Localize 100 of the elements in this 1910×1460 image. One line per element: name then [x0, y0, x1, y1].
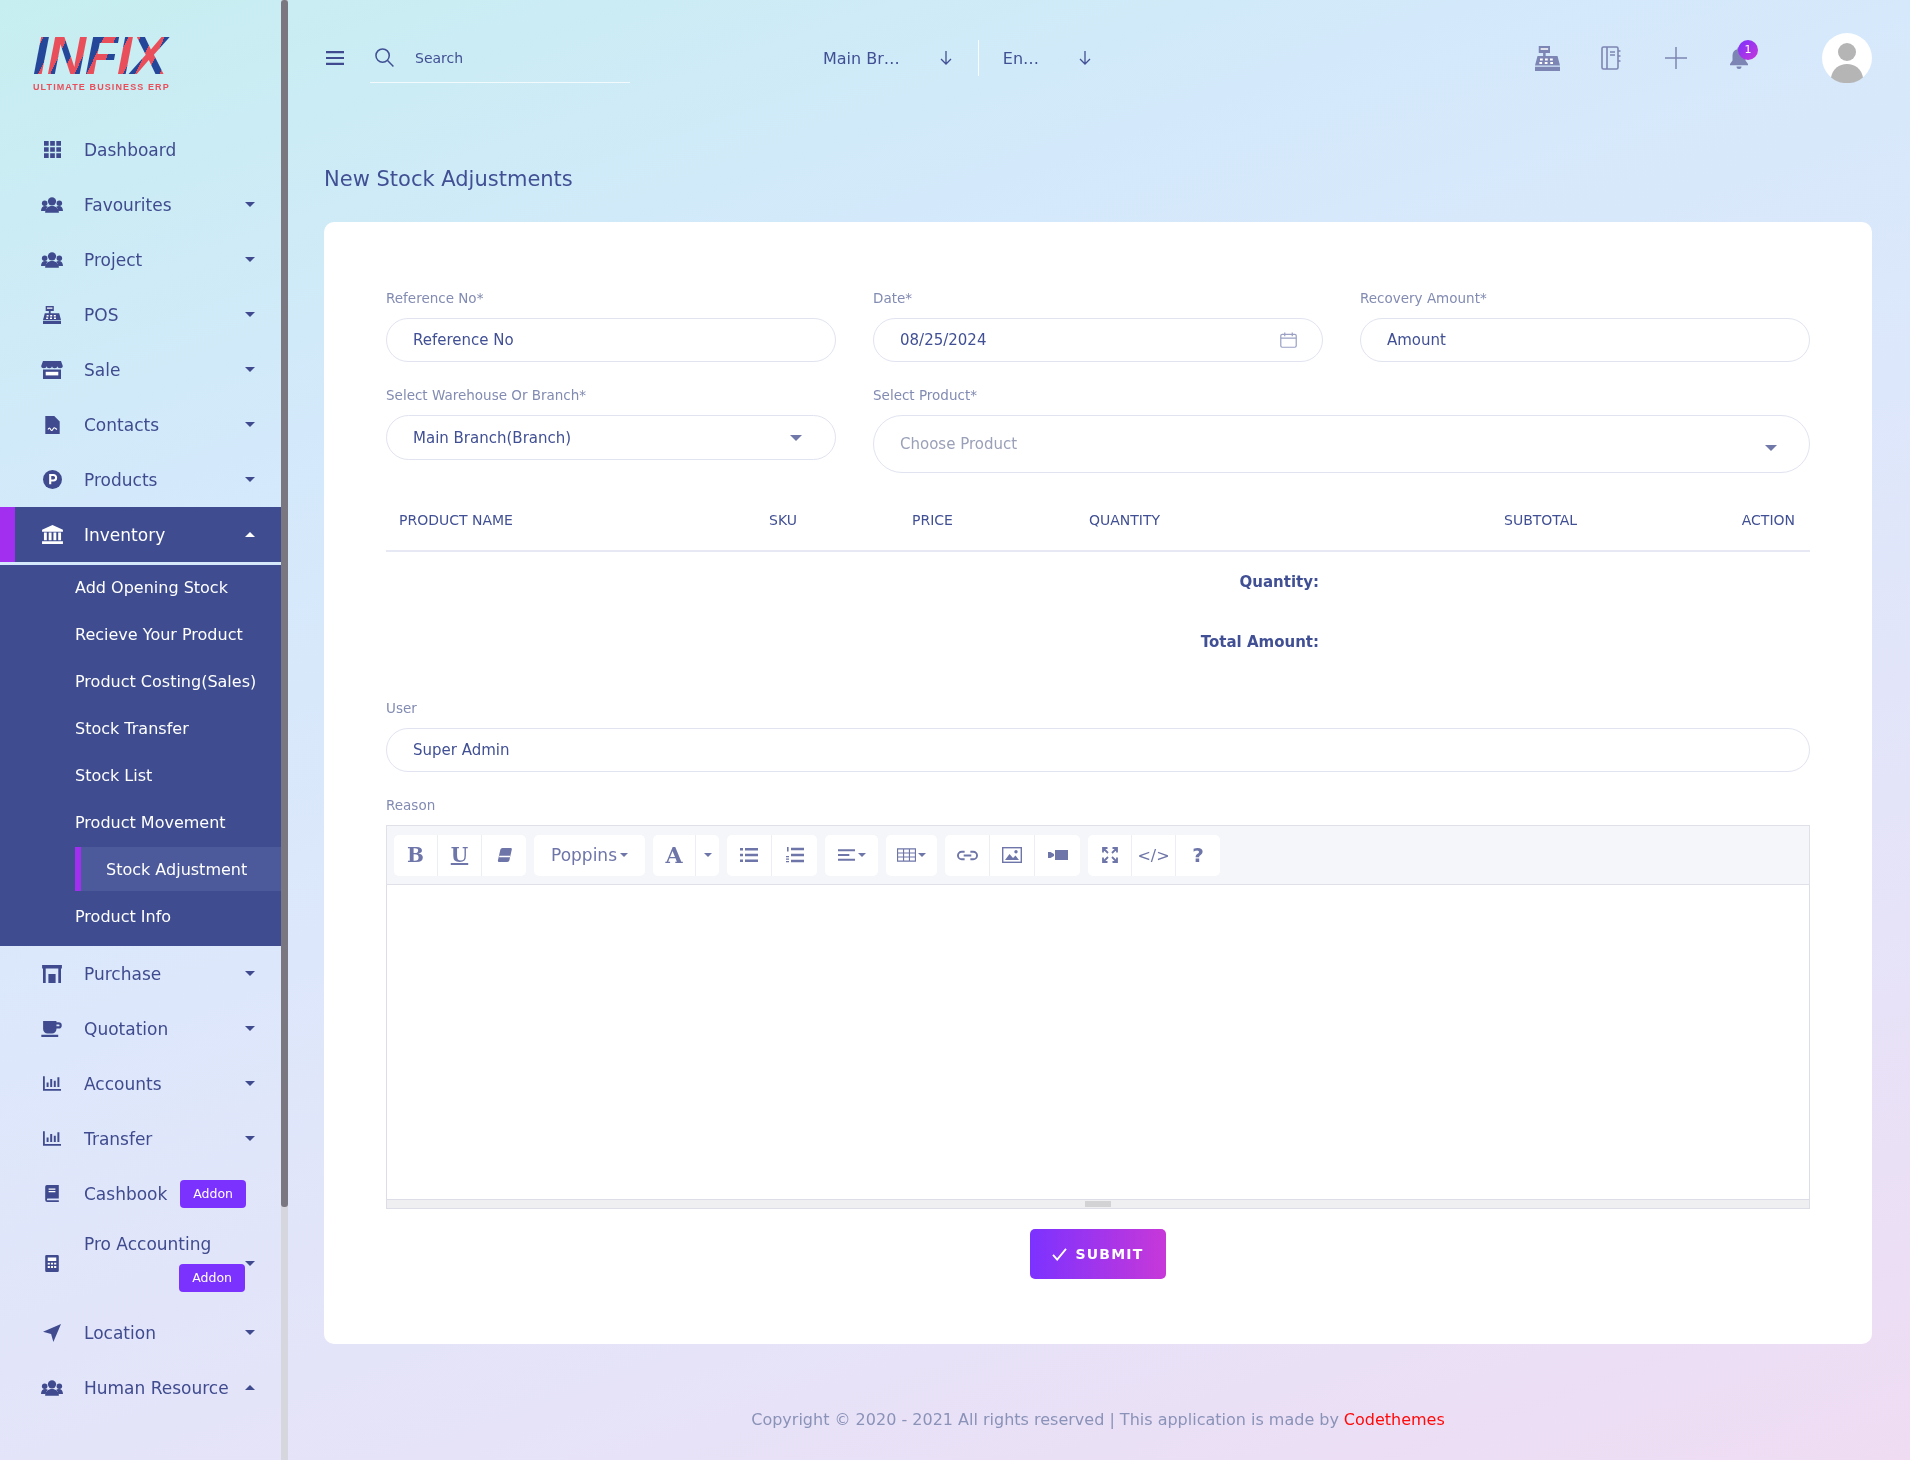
- text-input[interactable]: Reference No: [386, 318, 836, 362]
- video-icon: [1047, 849, 1068, 861]
- sidebar-item[interactable]: Sale: [0, 342, 281, 397]
- font-family-dropdown[interactable]: Poppins: [534, 834, 645, 876]
- sidebar-item[interactable]: Accounts: [0, 1056, 281, 1111]
- sidebar-item[interactable]: Quotation: [0, 1001, 281, 1056]
- total-label: Total Amount:: [1200, 633, 1319, 651]
- copyright-text: Copyright © 2020 - 2021 All rights reserved | This application is made by Codethemes: [750, 1409, 1446, 1431]
- submenu-item[interactable]: Product Info: [75, 894, 281, 938]
- resize-handle[interactable]: [386, 1199, 1810, 1209]
- search-icon: [375, 48, 394, 67]
- submenu-item[interactable]: Stock List: [75, 753, 281, 797]
- location-arrow-icon: [43, 1323, 61, 1342]
- sidebar-item[interactable]: Location: [0, 1305, 281, 1360]
- column-header: SUBTOTAL: [1504, 512, 1579, 528]
- text-color-button[interactable]: A: [653, 834, 696, 876]
- bold-button[interactable]: B: [394, 834, 438, 876]
- arrow-down-icon: [939, 51, 952, 65]
- field-label: Select Warehouse Or Branch*: [386, 386, 588, 404]
- submenu-item[interactable]: Recieve Your Product: [75, 612, 281, 656]
- column-header: PRODUCT NAME: [399, 512, 514, 528]
- sidebar-item[interactable]: Transfer: [0, 1111, 281, 1166]
- link-icon: [956, 849, 978, 861]
- sidebar-item[interactable]: Contacts: [0, 397, 281, 452]
- field-label: Reason: [386, 796, 437, 814]
- submenu-item[interactable]: Product Costing(Sales): [75, 659, 281, 703]
- sidebar-item[interactable]: Products: [0, 452, 281, 507]
- field-label: Select Product*: [873, 386, 978, 404]
- total-label: Quantity:: [1239, 573, 1319, 591]
- sidebar-item[interactable]: Cashbook Addon: [0, 1166, 281, 1221]
- users-icon: [41, 1379, 63, 1396]
- menu-icon[interactable]: [326, 51, 344, 65]
- sidebar-item[interactable]: Purchase: [0, 946, 281, 1001]
- sidebar-item[interactable]: Favourites: [0, 177, 281, 232]
- align-left-icon: [837, 849, 855, 861]
- sidebar-item[interactable]: Dashboard: [0, 122, 281, 177]
- search-field[interactable]: Search: [415, 42, 630, 73]
- expand-icon: [1101, 847, 1118, 863]
- column-header: QUANTITY: [1089, 512, 1162, 528]
- p-circle-icon: [42, 470, 62, 489]
- calendar-icon[interactable]: [1280, 332, 1297, 348]
- text-input[interactable]: Amount: [1360, 318, 1810, 362]
- column-header: SKU: [769, 512, 798, 528]
- bank-icon: [41, 525, 63, 544]
- notification-badge: 1: [1738, 40, 1758, 60]
- table-dropdown[interactable]: [886, 834, 937, 876]
- submenu-item[interactable]: Stock Transfer: [75, 706, 281, 750]
- cash-register-icon[interactable]: [1535, 45, 1560, 71]
- field-label: Date*: [873, 289, 914, 307]
- arrow-down-icon: [1079, 51, 1092, 65]
- sidebar-item[interactable]: POS: [0, 287, 281, 342]
- underline-button[interactable]: U: [438, 834, 482, 876]
- table-icon: [897, 848, 916, 862]
- field-label: User: [386, 699, 418, 717]
- submenu-item[interactable]: Stock Adjustment: [75, 847, 281, 891]
- sidebar-item[interactable]: Pro Accounting Addon: [0, 1221, 281, 1305]
- image-icon: [1002, 847, 1022, 863]
- sidebar-item[interactable]: Project: [0, 232, 281, 287]
- users-icon: [41, 196, 63, 213]
- sidebar-item[interactable]: Human Resource: [0, 1360, 281, 1415]
- addon-badge: Addon: [180, 1179, 246, 1208]
- align-dropdown[interactable]: [825, 834, 878, 876]
- addon-badge: Addon: [179, 1264, 245, 1292]
- caret-down-icon: [918, 853, 926, 857]
- language-dropdown[interactable]: En…: [1002, 48, 1092, 68]
- branch-dropdown[interactable]: Main Br…: [823, 48, 952, 68]
- bar-chart-icon: [43, 1131, 61, 1146]
- notebook-icon[interactable]: [1601, 46, 1621, 70]
- page-title: New Stock Adjustments: [324, 166, 574, 193]
- eraser-icon: [496, 848, 512, 862]
- sidebar-item[interactable]: Inventory: [0, 507, 281, 562]
- help-button[interactable]: ?: [1176, 834, 1220, 876]
- field-label: Reference No*: [386, 289, 485, 307]
- storefront-icon: [41, 964, 63, 983]
- submenu-item[interactable]: Add Opening Stock: [75, 565, 281, 609]
- document-icon: [44, 415, 60, 434]
- grip-icon: [1085, 1201, 1111, 1207]
- column-header: ACTION: [1741, 512, 1795, 528]
- submit-button[interactable]: SUBMIT: [1030, 1229, 1166, 1279]
- date-input[interactable]: 08/25/2024: [873, 318, 1323, 362]
- check-icon: [1052, 1247, 1068, 1261]
- select-dropdown[interactable]: Main Branch(Branch): [386, 415, 836, 460]
- book-icon: [45, 1185, 59, 1202]
- grid-icon: [43, 141, 61, 158]
- scrollbar-thumb[interactable]: [281, 0, 288, 1207]
- bullet-list-icon: [740, 848, 758, 862]
- cash-register-icon: [43, 305, 61, 324]
- caret-down-icon: [857, 853, 866, 857]
- caret-down-icon: [1765, 445, 1777, 451]
- users-icon: [41, 251, 63, 268]
- field-label: Recovery Amount*: [1360, 289, 1488, 307]
- text-input[interactable]: Super Admin: [386, 728, 1810, 772]
- submenu-item[interactable]: Product Movement: [75, 800, 281, 844]
- store-icon: [41, 360, 63, 379]
- calculator-icon: [45, 1254, 59, 1272]
- code-view-button[interactable]: </>: [1132, 834, 1176, 876]
- caret-down-icon: [620, 853, 628, 857]
- caret-down-icon: [703, 853, 712, 857]
- caret-down-icon: [790, 434, 802, 441]
- mug-icon: [41, 1020, 63, 1037]
